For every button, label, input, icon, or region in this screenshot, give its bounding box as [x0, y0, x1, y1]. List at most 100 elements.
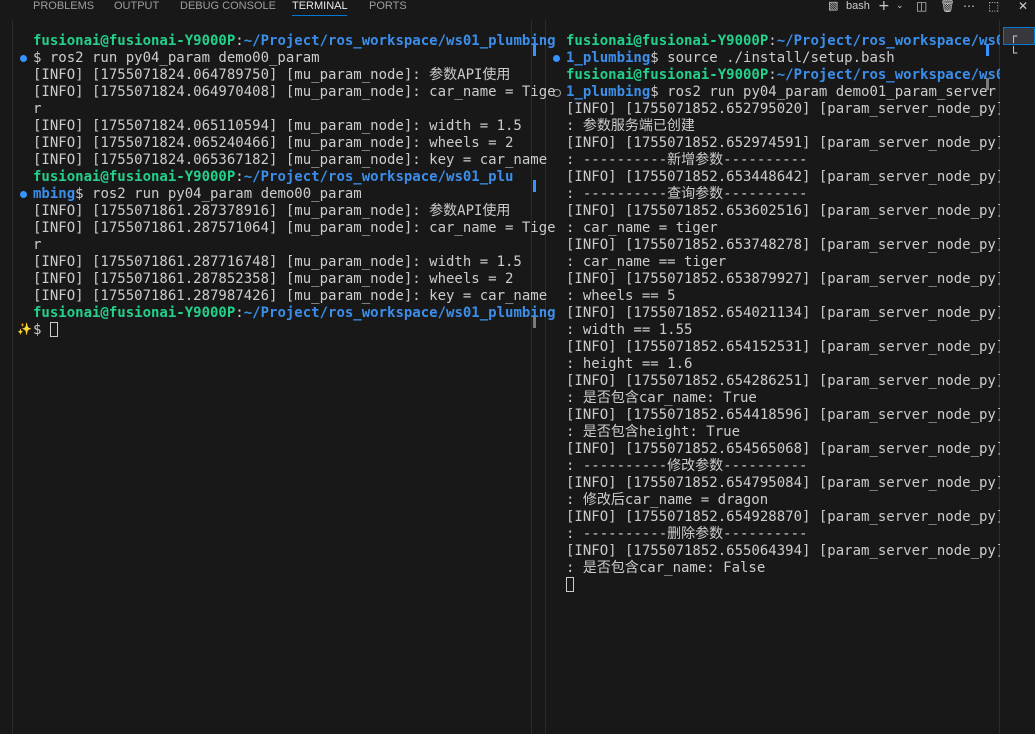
output-text: $ — [33, 322, 50, 338]
left-terminal-output[interactable]: fusionai@fusionai-Y9000P:~/Project/ros_w… — [33, 33, 556, 339]
output-text: [INFO] [1755071861.287852358] [mu_param_… — [33, 271, 514, 287]
tab-terminal[interactable]: TERMINAL — [292, 0, 348, 16]
output-text: : ----------删除参数---------- — [566, 526, 808, 542]
terminal-line: fusionai@fusionai-Y9000P:~/Project/ros_w… — [566, 67, 1004, 84]
trash-icon[interactable]: 🗑 — [940, 0, 955, 14]
output-text: : width == 1.55 — [566, 322, 693, 338]
output-text: : height == 1.6 — [566, 356, 693, 372]
output-text: $ ros2 run py04_param demo01_param_serve… — [650, 84, 996, 100]
terminal-line — [566, 577, 1004, 594]
maximize-icon[interactable]: ⬚ — [988, 0, 999, 14]
terminal-line: [INFO] [1755071852.654286251] [param_ser… — [566, 373, 1004, 390]
terminal-list-item-active[interactable] — [1003, 27, 1035, 45]
sparkle-icon[interactable]: ✨ — [17, 323, 32, 335]
output-text: [INFO] [1755071824.064970408] [mu_param_… — [33, 84, 556, 100]
output-text: [INFO] [1755071852.654795084] [param_ser… — [566, 475, 1005, 491]
prompt-user: fusionai@fusionai-Y9000P — [566, 33, 769, 49]
terminal-line: [INFO] [1755071852.654565068] [param_ser… — [566, 441, 1004, 458]
prompt-path: ~/Project/ros_workspace/ws01_plumbing — [243, 305, 556, 321]
terminal-line: [INFO] [1755071824.064789750] [mu_param_… — [33, 67, 556, 84]
command-success-icon[interactable] — [20, 191, 27, 198]
prompt-user: fusionai@fusionai-Y9000P — [33, 33, 236, 49]
output-text: [INFO] [1755071824.065110594] [mu_param_… — [33, 118, 522, 134]
output-text: : ----------修改参数---------- — [566, 458, 808, 474]
output-text: [INFO] [1755071861.287716748] [mu_param_… — [33, 254, 522, 270]
terminal-cursor[interactable] — [49, 322, 58, 337]
prompt-separator: : — [235, 305, 244, 321]
right-terminal-output[interactable]: fusionai@fusionai-Y9000P:~/Project/ros_w… — [566, 33, 1004, 594]
close-icon[interactable]: ✕ — [1018, 0, 1028, 14]
output-text: : 修改后car_name = dragon — [566, 492, 769, 508]
terminal-line: mbing$ ros2 run py04_param demo00_param — [33, 186, 556, 203]
terminal-line: r — [33, 101, 556, 118]
terminal-line: : 参数服务端已创建 — [566, 118, 1004, 135]
output-text: [INFO] [1755071852.654021134] [param_ser… — [566, 305, 1005, 321]
terminal-line: : height == 1.6 — [566, 356, 1004, 373]
output-text: : wheels == 5 — [566, 288, 676, 304]
output-text: [INFO] [1755071852.654286251] [param_ser… — [566, 373, 1005, 389]
output-text: [INFO] [1755071861.287378916] [mu_param_… — [33, 203, 511, 219]
terminal-line: : car_name == tiger — [566, 254, 1004, 271]
tab-debug-console[interactable]: DEBUG CONSOLE — [180, 0, 276, 16]
split-icon[interactable]: ◫ — [916, 0, 927, 14]
output-text: [INFO] [1755071861.287987426] [mu_param_… — [33, 288, 548, 304]
chevron-down-icon[interactable]: ⌄ — [896, 0, 904, 14]
prompt-path: mbing — [33, 186, 76, 202]
output-text: [INFO] [1755071824.065240466] [mu_param_… — [33, 135, 514, 151]
terminal-line: : car_name = tiger — [566, 220, 1004, 237]
output-text: [INFO] [1755071852.654565068] [param_ser… — [566, 441, 1005, 457]
terminal-line: [INFO] [1755071852.653448642] [param_ser… — [566, 169, 1004, 186]
terminal-icon: ▧ — [828, 0, 839, 12]
ellipsis-icon[interactable]: ⋯ — [963, 0, 975, 14]
output-text: $ ros2 run py04_param demo00_param — [75, 186, 362, 202]
output-text: : 参数服务端已创建 — [566, 118, 695, 134]
terminal-line: [INFO] [1755071824.065367182] [mu_param_… — [33, 152, 556, 169]
terminal-line: fusionai@fusionai-Y9000P:~/Project/ros_w… — [33, 33, 556, 50]
terminal-line: : 是否包含car_name: False — [566, 560, 1004, 577]
prompt-path: ~/Project/ros_workspace/ws01_plu — [243, 169, 514, 185]
tab-output[interactable]: OUTPUT — [114, 0, 159, 16]
output-text: [INFO] [1755071824.064789750] [mu_param_… — [33, 67, 511, 83]
output-text: : 是否包含car_name: True — [566, 390, 757, 406]
command-success-icon[interactable] — [20, 55, 27, 62]
prompt-separator: : — [768, 33, 777, 49]
terminal-line: : width == 1.55 — [566, 322, 1004, 339]
prompt-separator: : — [768, 67, 777, 83]
terminal-line: [INFO] [1755071852.652795020] [param_ser… — [566, 101, 1004, 118]
terminal-line: [INFO] [1755071824.065240466] [mu_param_… — [33, 135, 556, 152]
output-text: [INFO] [1755071852.654418596] [param_ser… — [566, 407, 1005, 423]
output-text: $ ros2 run py04_param demo00_param — [33, 50, 320, 66]
prompt-path: ~/Project/ros_workspace/ws0 — [776, 67, 1005, 83]
output-text: [INFO] [1755071852.653748278] [param_ser… — [566, 237, 1005, 253]
terminal-line: : ----------删除参数---------- — [566, 526, 1004, 543]
terminal-line: : ----------修改参数---------- — [566, 458, 1004, 475]
terminal-line: : 是否包含height: True — [566, 424, 1004, 441]
output-text: [INFO] [1755071861.287571064] [mu_param_… — [33, 220, 556, 236]
prompt-user: fusionai@fusionai-Y9000P — [566, 67, 769, 83]
plus-icon[interactable]: + — [878, 0, 890, 14]
prompt-path: ~/Project/ros_workspace/ws01_plumbing — [243, 33, 556, 49]
terminal-line: [INFO] [1755071852.653879927] [param_ser… — [566, 271, 1004, 288]
tree-branch-icon: ┌ — [1010, 29, 1018, 43]
prompt-separator: : — [235, 169, 244, 185]
shell-label[interactable]: bash — [846, 0, 870, 14]
tab-ports[interactable]: PORTS — [369, 0, 407, 16]
terminal-line: [INFO] [1755071861.287987426] [mu_param_… — [33, 288, 556, 305]
output-text: [INFO] [1755071852.654928870] [param_ser… — [566, 509, 1005, 525]
terminal-line: [INFO] [1755071852.654795084] [param_ser… — [566, 475, 1004, 492]
output-text: [INFO] [1755071824.065367182] [mu_param_… — [33, 152, 548, 168]
terminal-line: fusionai@fusionai-Y9000P:~/Project/ros_w… — [566, 33, 1004, 50]
output-text: [INFO] [1755071852.654152531] [param_ser… — [566, 339, 1005, 355]
terminal-cursor[interactable] — [566, 577, 574, 592]
terminal-line: [INFO] [1755071852.653748278] [param_ser… — [566, 237, 1004, 254]
terminal-line: fusionai@fusionai-Y9000P:~/Project/ros_w… — [33, 305, 556, 322]
output-text: [INFO] [1755071852.653448642] [param_ser… — [566, 169, 1005, 185]
left-edge-divider — [12, 20, 13, 734]
tab-problems[interactable]: PROBLEMS — [33, 0, 94, 16]
terminal-list-panel — [1000, 20, 1035, 734]
terminal-line: [INFO] [1755071852.653602516] [param_ser… — [566, 203, 1004, 220]
output-text: : 是否包含height: True — [566, 424, 741, 440]
terminal-line: [INFO] [1755071852.654928870] [param_ser… — [566, 509, 1004, 526]
output-text: : 是否包含car_name: False — [566, 560, 766, 576]
output-text: [INFO] [1755071852.653879927] [param_ser… — [566, 271, 1005, 287]
